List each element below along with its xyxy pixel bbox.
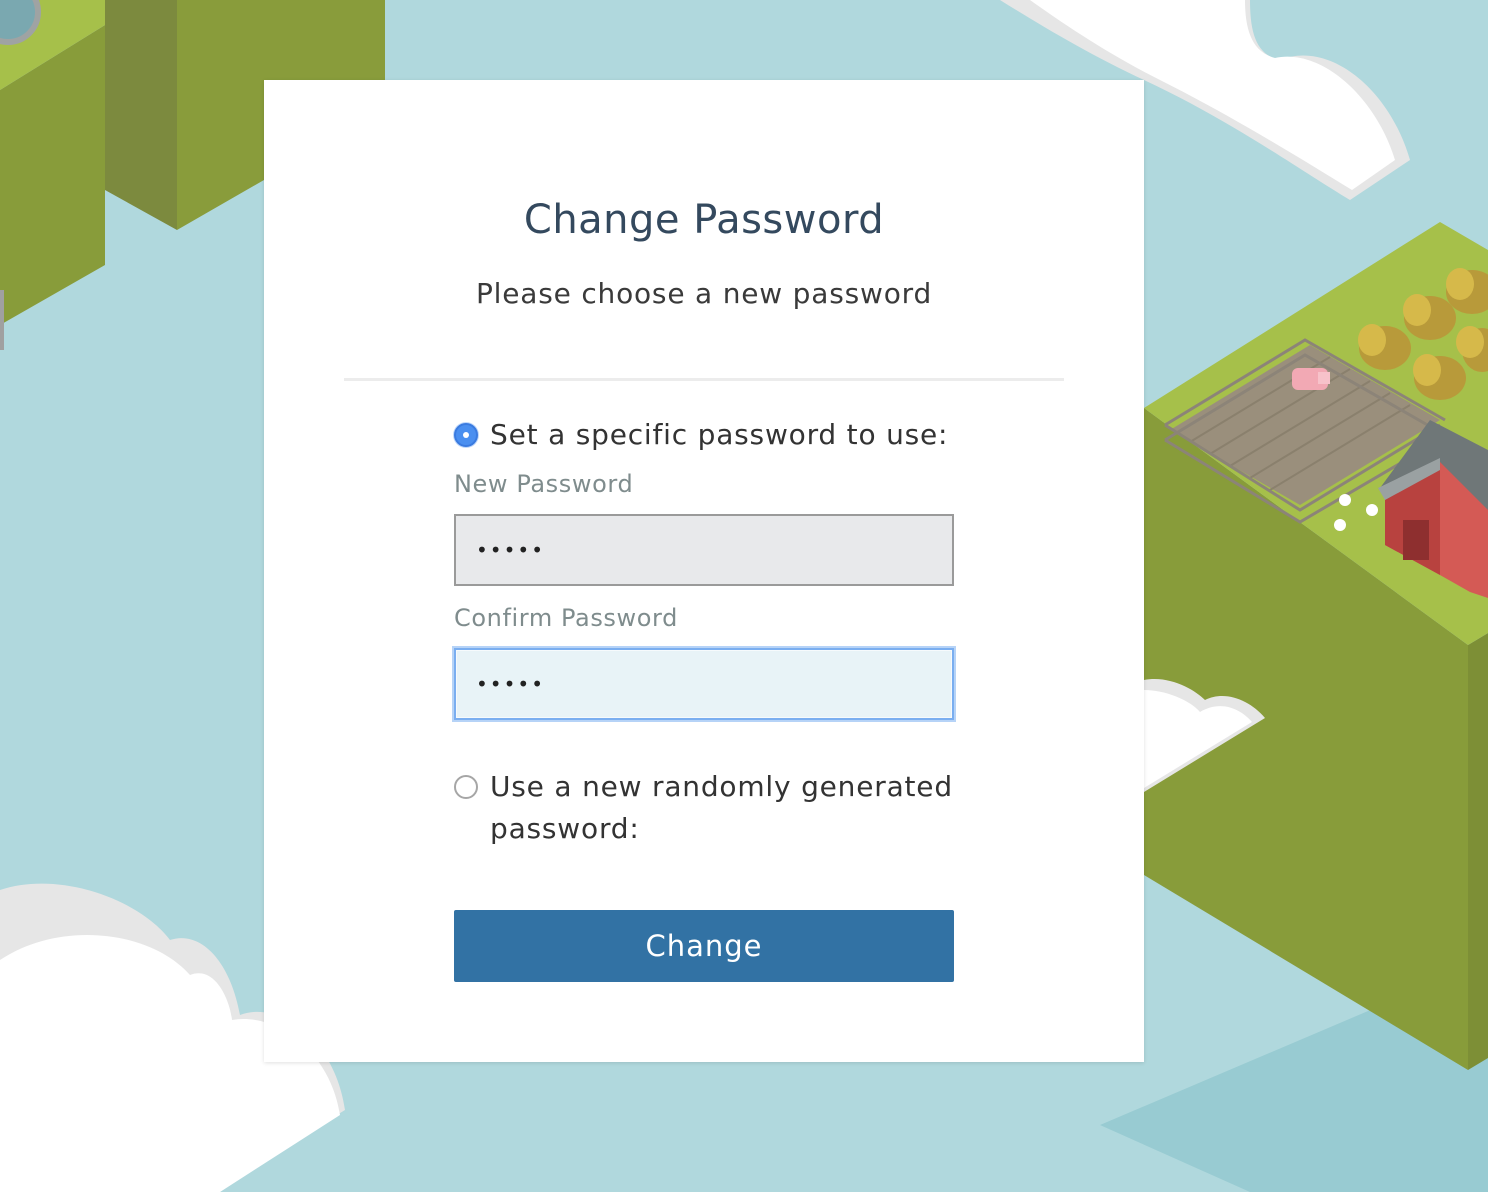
random-password-radio[interactable] [454,775,478,799]
dialog-subtitle: Please choose a new password [475,277,933,310]
specific-password-label: Set a specific password to use: [490,418,949,451]
confirm-password-label: Confirm Password [454,604,678,632]
specific-password-option[interactable]: Set a specific password to use: [454,414,954,456]
divider [344,378,1064,381]
dialog-title: Change Password [523,197,885,243]
random-password-option[interactable]: Use a new randomly generated password: [454,766,954,850]
specific-password-radio[interactable] [454,423,478,447]
change-password-dialog: Change Password Please choose a new pass… [264,80,1144,1062]
confirm-password-input[interactable] [454,648,954,720]
change-button[interactable]: Change [454,910,954,982]
new-password-label: New Password [454,470,634,498]
random-password-label: Use a new randomly generated password: [490,770,953,845]
new-password-input[interactable] [454,514,954,586]
